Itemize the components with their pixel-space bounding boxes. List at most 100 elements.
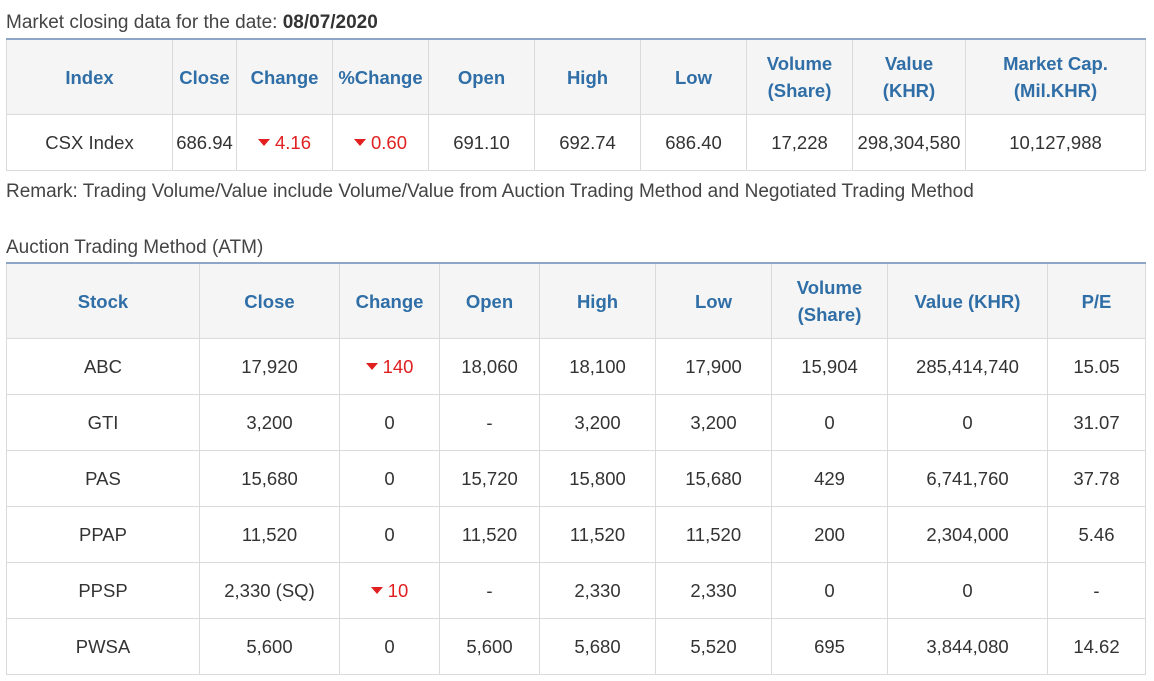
caption-label: Market closing data for the date: [6,12,278,33]
cell-volume: 0 [771,562,888,619]
cell-high: 2,330 [539,562,656,619]
cell-pe: 37.78 [1047,450,1146,507]
cell-change: 140 [339,338,440,395]
header-close: Close [199,262,340,339]
header-stock: Stock [6,262,200,339]
header-pct-change: %Change [332,38,429,115]
cell-stock: PAS [6,450,200,507]
cell-market-cap: 10,127,988 [965,114,1146,171]
cell-pe: 14.62 [1047,618,1146,675]
cell-pct-change: 0.60 [332,114,429,171]
cell-change: 0 [339,618,440,675]
atm-body: ABC 17,920 140 18,060 18,100 17,900 15,904 285,… [6,338,1146,675]
cell-volume: 17,228 [746,114,853,171]
cell-open: - [439,562,540,619]
atm-table: Stock Close Change Open High Low Volume (… [6,262,1146,675]
header-market-cap: Market Cap. (Mil.KHR) [965,38,1146,115]
cell-value: 0 [887,394,1048,451]
table-row: PWSA 5,600 0 5,600 5,680 5,520 695 3,844,080 14.… [6,618,1146,675]
table-row: ABC 17,920 140 18,060 18,100 17,900 15,904 285,… [6,338,1146,395]
table-row: PPSP 2,330 (SQ) 10-2,330 2,330 0 0- [6,562,1146,619]
cell-index: CSX Index [6,114,173,171]
cell-low: 17,900 [655,338,772,395]
remark: Remark: Trading Volume/Value include Vol… [6,181,974,202]
cell-value: 0 [887,562,1048,619]
header-volume: Volume (Share) [746,38,853,115]
cell-change: 0 [339,506,440,563]
cell-high: 3,200 [539,394,656,451]
cell-close: 686.94 [172,114,237,171]
cell-change-value: 4.16 [274,131,311,153]
header-open: Open [439,262,540,339]
cell-close: 11,520 [199,506,340,563]
cell-stock: PPSP [6,562,200,619]
cell-change: 0 [339,394,440,451]
cell-close: 3,200 [199,394,340,451]
cell-open: 11,520 [439,506,540,563]
cell-open: 691.10 [428,114,535,171]
cell-high: 692.74 [534,114,641,171]
market-caption: Market closing data for the date: 08/07/… [6,12,378,34]
cell-volume: 15,904 [771,338,888,395]
down-arrow-icon [353,139,366,147]
header-volume-line2: (Share) [767,80,832,101]
cell-low: 15,680 [655,450,772,507]
header-index: Index [6,38,173,115]
cell-stock: PWSA [6,618,200,675]
cell-stock: PPAP [6,506,200,563]
market-date: 08/07/2020 [282,12,378,33]
cell-change-value: 10 [387,579,409,601]
cell-volume: 695 [771,618,888,675]
cell-low: 3,200 [655,394,772,451]
cell-open: - [439,394,540,451]
header-change: Change [339,262,440,339]
header-high: High [534,38,641,115]
table-row: PPAP 11,520 0 11,520 11,520 11,520 200 2,304,00… [6,506,1146,563]
header-high: High [539,262,656,339]
cell-value: 285,414,740 [887,338,1048,395]
cell-low: 11,520 [655,506,772,563]
header-close: Close [172,38,237,115]
down-arrow-icon [257,139,270,147]
cell-change: 0 [339,450,440,507]
cell-change: 4.16 [236,114,333,171]
cell-close: 17,920 [199,338,340,395]
header-volume-line1: Volume [796,277,863,298]
cell-pe: 15.05 [1047,338,1146,395]
header-low: Low [655,262,772,339]
cell-high: 5,680 [539,618,656,675]
cell-change: 10 [339,562,440,619]
cell-pe: 5.46 [1047,506,1146,563]
cell-pe: - [1047,562,1146,619]
cell-low: 686.40 [640,114,747,171]
cell-stock: GTI [6,394,200,451]
header-low: Low [640,38,747,115]
cell-change-value: 140 [382,355,414,377]
market-header-row: Index Close Change %Change Open High Low… [6,38,1146,115]
cell-low: 5,520 [655,618,772,675]
header-change: Change [236,38,333,115]
cell-value: 2,304,000 [887,506,1048,563]
cell-open: 18,060 [439,338,540,395]
cell-value: 298,304,580 [852,114,966,171]
cell-high: 18,100 [539,338,656,395]
market-data-row: CSX Index 686.94 4.16 0.60 691.10 692.74… [6,114,1146,171]
down-arrow-icon [365,363,378,371]
cell-close: 2,330 (SQ) [199,562,340,619]
atm-header-row: Stock Close Change Open High Low Volume (… [6,262,1146,339]
cell-open: 5,600 [439,618,540,675]
header-volume-line2: (Share) [797,304,862,325]
table-row: PAS 15,680 0 15,720 15,800 15,680 429 6,741,760… [6,450,1146,507]
header-open: Open [428,38,535,115]
cell-close: 15,680 [199,450,340,507]
cell-open: 15,720 [439,450,540,507]
header-value: Value (KHR) [852,38,966,115]
header-volume-line1: Volume [766,53,833,74]
cell-value: 6,741,760 [887,450,1048,507]
atm-title: Auction Trading Method (ATM) [6,237,264,258]
cell-high: 11,520 [539,506,656,563]
cell-value: 3,844,080 [887,618,1048,675]
header-value: Value (KHR) [887,262,1048,339]
down-arrow-icon [370,587,383,595]
cell-high: 15,800 [539,450,656,507]
